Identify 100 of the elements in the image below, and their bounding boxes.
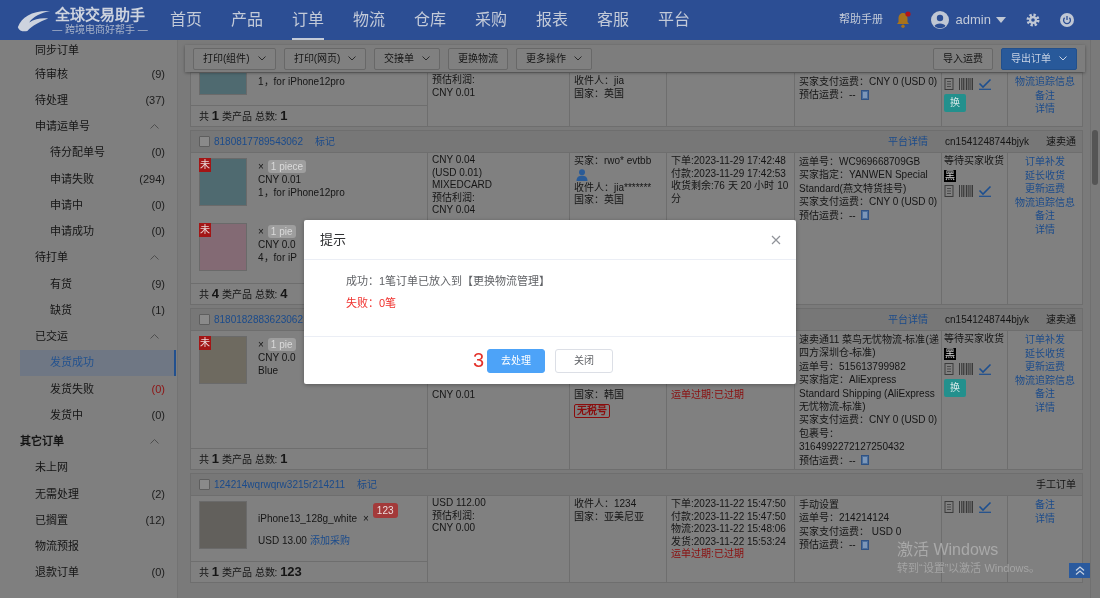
- shipping-text: 手动设置: [799, 498, 839, 512]
- barcode-icon[interactable]: [959, 184, 973, 197]
- document-icon[interactable]: [860, 90, 869, 101]
- amount-text: CNY 0.04: [432, 154, 477, 167]
- nav-tab[interactable]: 仓库: [414, 0, 446, 40]
- user-avatar-icon[interactable]: [930, 11, 949, 29]
- amount-text: 预估利润:: [432, 509, 476, 523]
- dropdown-button[interactable]: 导出订单: [1001, 47, 1077, 70]
- flag-tag: 黑: [944, 347, 956, 360]
- sidebar-item[interactable]: 申请中 (0): [20, 192, 176, 219]
- sidebar-item[interactable]: 有货 (9): [20, 271, 176, 298]
- sidebar-item[interactable]: 已搁置 (12): [20, 507, 176, 534]
- barcode-icon[interactable]: [959, 501, 973, 514]
- time-text: 物流:2023-11-22 15:48:06: [671, 523, 787, 536]
- close-button[interactable]: 关闭: [555, 348, 613, 373]
- document-icon[interactable]: [944, 78, 954, 90]
- shipping-text: 买家指定：AliExpress Standard Shipping (AliExpress无忧物流-标准): [799, 373, 936, 414]
- swap-button[interactable]: 换: [944, 378, 966, 397]
- bell-icon[interactable]: [894, 11, 911, 29]
- expiry-text: 运单过期:已过期: [671, 389, 745, 402]
- status-text: 等待买家收货: [944, 333, 1005, 346]
- shipping-text: 买家支付运费： USD 0: [799, 524, 902, 539]
- logo-title: 全球交易助手: [55, 5, 145, 24]
- quantity-badge: 123: [372, 503, 398, 519]
- caret-down-icon[interactable]: [996, 17, 1006, 23]
- nav-tab[interactable]: 首页: [170, 0, 202, 40]
- sidebar-item[interactable]: 待分配单号 (0): [20, 139, 176, 166]
- sidebar-item[interactable]: 缺货 (1): [20, 297, 176, 324]
- sidebar-item[interactable]: 无需处理 (2): [20, 481, 176, 508]
- freight-estimate-text: 预估运费：--: [799, 208, 856, 223]
- sidebar-item[interactable]: 申请失败 (294): [20, 166, 176, 193]
- sidebar-item[interactable]: 已交运: [20, 323, 176, 350]
- sidebar-item[interactable]: 发货失败 (0): [20, 376, 176, 403]
- row-checkbox[interactable]: [199, 136, 210, 147]
- dropdown-button[interactable]: 更多操作: [516, 47, 593, 70]
- chevron-up-icon[interactable]: [150, 334, 159, 340]
- power-icon[interactable]: [1060, 13, 1074, 27]
- row-checkbox[interactable]: [199, 314, 210, 325]
- dropdown-button[interactable]: 交接单: [374, 47, 441, 70]
- nav-tab[interactable]: 采购: [475, 0, 507, 40]
- check-icon[interactable]: [978, 184, 992, 197]
- item-count: (1): [151, 303, 165, 317]
- sidebar-item[interactable]: 退款订单 (0): [20, 559, 176, 586]
- document-icon[interactable]: [860, 455, 869, 466]
- barcode-icon[interactable]: [959, 362, 973, 375]
- user-name[interactable]: admin: [955, 12, 991, 28]
- product-summary: 共 4 类产品 总数: 4: [199, 289, 288, 300]
- check-icon[interactable]: [978, 362, 992, 375]
- dropdown-button[interactable]: 打印(网页): [283, 47, 367, 70]
- sidebar-item[interactable]: 未上网: [20, 454, 176, 481]
- freight-estimate-text: 预估运费：--: [799, 538, 856, 552]
- account-name: cn1541248744bjyk: [945, 135, 1029, 148]
- sidebar-item[interactable]: 申请运单号: [20, 113, 176, 140]
- product-summary: 共 1 类产品 总数: 1: [199, 111, 288, 122]
- document-icon[interactable]: [944, 184, 954, 197]
- check-icon[interactable]: [978, 78, 992, 90]
- sidebar-item[interactable]: 待处理 (37): [20, 87, 176, 114]
- product-variant: 1，for iPhone12pro: [258, 186, 345, 199]
- scrollbar-thumb[interactable]: [1092, 130, 1098, 185]
- nav-tab[interactable]: 平台: [658, 0, 690, 40]
- sidebar-item[interactable]: 发货中 (0): [20, 402, 176, 429]
- nav-tab[interactable]: 物流: [353, 0, 385, 40]
- sidebar-item[interactable]: 物流预报: [20, 533, 176, 560]
- item-count: (37): [145, 93, 165, 107]
- sidebar-item[interactable]: 待打单: [20, 244, 176, 271]
- barcode-icon[interactable]: [959, 78, 973, 90]
- sidebar-group[interactable]: 其它订单: [20, 428, 176, 455]
- nav-tab[interactable]: 报表: [536, 0, 568, 40]
- close-icon[interactable]: [771, 234, 781, 245]
- toolbar-button[interactable]: 更换物流: [448, 47, 509, 70]
- chevron-up-icon[interactable]: [150, 439, 159, 445]
- sidebar-item[interactable]: 待审核 (9): [20, 61, 176, 88]
- document-icon[interactable]: [860, 540, 869, 550]
- chevron-up-icon[interactable]: [150, 124, 159, 130]
- chevron-up-icon[interactable]: [150, 255, 159, 261]
- document-icon[interactable]: [860, 210, 869, 221]
- sidebar-item[interactable]: 申请成功 (0): [20, 218, 176, 245]
- sidebar-item[interactable]: 同步订单: [20, 40, 176, 61]
- product-price: CNY 0.01: [258, 173, 302, 186]
- nav-tab[interactable]: 客服: [597, 0, 629, 40]
- row-checkbox[interactable]: [199, 479, 210, 491]
- check-icon[interactable]: [978, 501, 992, 514]
- dropdown-button[interactable]: 打印(组件): [193, 47, 276, 70]
- confirm-button[interactable]: 去处理: [487, 348, 545, 373]
- person-icon[interactable]: [576, 168, 588, 181]
- recipient-name: 收件人：jia*******: [574, 181, 653, 194]
- settings-icon[interactable]: [1026, 13, 1040, 27]
- country-text: 国家：英国: [574, 87, 625, 101]
- nav-tab[interactable]: 产品: [231, 0, 263, 40]
- document-icon[interactable]: [944, 501, 954, 514]
- nav-tab[interactable]: 订单: [292, 0, 324, 40]
- amount-text: CNY 0.01: [432, 86, 477, 100]
- document-icon[interactable]: [944, 362, 954, 375]
- item-count: (294): [139, 172, 165, 186]
- toolbar-button[interactable]: 导入运费: [933, 47, 993, 70]
- quantity-sign: ×: [258, 225, 264, 238]
- platform-name: 手工订单: [1036, 478, 1076, 491]
- scroll-to-top-button[interactable]: [1069, 563, 1090, 578]
- help-link[interactable]: 帮助手册: [838, 13, 883, 27]
- swap-button[interactable]: 换: [944, 94, 966, 112]
